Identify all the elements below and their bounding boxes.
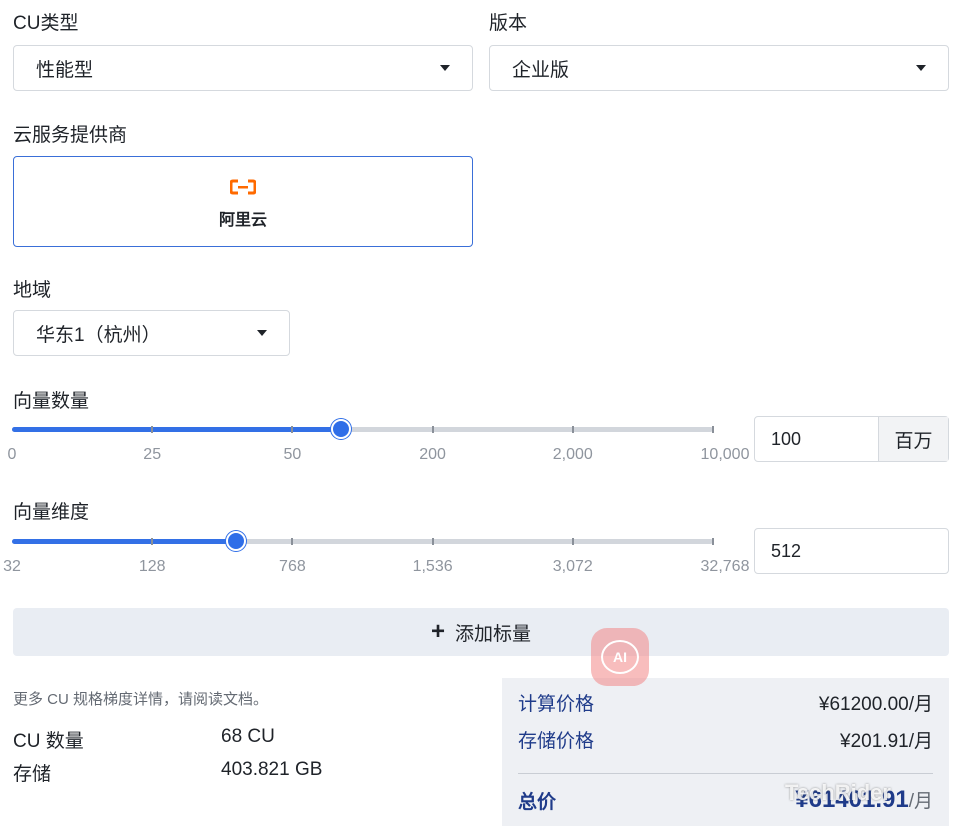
add-scalar-label: 添加标量 [455, 623, 532, 645]
tick-label: 1,536 [412, 558, 453, 575]
slider-fill [12, 539, 237, 544]
compute-price-label: 计算价格 [518, 694, 595, 715]
slider-thumb[interactable] [226, 531, 247, 551]
slider-tick [291, 426, 294, 433]
region-select[interactable]: 华东1（杭州） [13, 310, 290, 356]
slider-tick [431, 426, 434, 433]
tick-label: 2,000 [552, 446, 593, 463]
vector-dim-input[interactable]: 512 [755, 541, 948, 562]
add-scalar-button[interactable]: + 添加标量 [13, 608, 949, 656]
ai-chat-icon: AI [601, 640, 639, 674]
cu-type-value: 性能型 [36, 59, 94, 81]
compute-price-value: ¥61200.00/月 [818, 694, 933, 715]
ai-assistant-badge[interactable]: AI [591, 628, 649, 686]
vector-dim-slider[interactable] [12, 530, 714, 552]
provider-label: 云服务提供商 [13, 125, 128, 146]
cu-count-value: 68 CU [221, 726, 275, 747]
doc-link[interactable]: 文档 [223, 691, 253, 708]
tick-label: 10,000 [700, 446, 750, 463]
edition-value: 企业版 [512, 59, 570, 81]
tick-label: 32,768 [700, 558, 750, 575]
vector-count-label: 向量数量 [13, 391, 90, 412]
provider-card-aliyun[interactable]: 阿里云 [13, 156, 473, 247]
edition-label: 版本 [489, 13, 528, 34]
vector-dim-input-group: 512 [754, 528, 949, 574]
provider-name: 阿里云 [218, 212, 267, 229]
slider-thumb[interactable] [331, 419, 352, 439]
tick-label: 128 [138, 558, 166, 575]
slider-tick [712, 538, 714, 545]
unit-suffix: 百万 [878, 417, 948, 461]
slider-tick [571, 538, 574, 545]
compute-price-row: 计算价格 ¥61200.00/月 [518, 689, 933, 716]
tick-label: 3,072 [552, 558, 593, 575]
storage-value: 403.821 GB [221, 759, 323, 780]
aliyun-logo-icon [229, 179, 257, 200]
chevron-down-icon [257, 330, 267, 336]
vector-count-input[interactable]: 100 [755, 429, 878, 450]
region-label: 地域 [13, 280, 52, 301]
region-value: 华东1（杭州） [36, 324, 161, 346]
storage-price-value: ¥201.91/月 [840, 731, 933, 752]
cu-type-select[interactable]: 性能型 [13, 45, 473, 91]
doc-note-prefix: 更多 CU 规格梯度详情，请阅读 [13, 691, 224, 708]
edition-select[interactable]: 企业版 [489, 45, 949, 91]
doc-note: 更多 CU 规格梯度详情，请阅读文档。 [13, 688, 268, 709]
vector-count-slider[interactable] [12, 418, 714, 440]
chevron-down-icon [440, 65, 450, 71]
cu-type-label: CU类型 [13, 13, 79, 34]
slider-tick [291, 538, 294, 545]
storage-price-row: 存储价格 ¥201.91/月 [518, 726, 933, 753]
ai-badge-text: AI [613, 649, 627, 665]
slider-tick [151, 426, 154, 433]
storage-price-label: 存储价格 [518, 731, 595, 752]
slider-tick [571, 426, 574, 433]
vector-dim-label: 向量维度 [13, 502, 90, 523]
total-price-unit: /月 [908, 791, 933, 812]
tick-label: 768 [279, 558, 306, 575]
chevron-down-icon [916, 65, 926, 71]
tick-label: 0 [7, 446, 17, 463]
plus-icon: + [430, 618, 445, 645]
tick-label: 32 [3, 558, 21, 575]
slider-tick [431, 538, 434, 545]
total-price-label: 总价 [518, 791, 557, 813]
slider-tick [151, 538, 154, 545]
tick-label: 50 [283, 446, 302, 463]
tick-label: 200 [419, 446, 446, 463]
slider-tick [712, 426, 714, 433]
watermark: TechRider [785, 780, 891, 805]
cu-count-label: CU 数量 [13, 731, 84, 752]
tick-label: 25 [143, 446, 162, 463]
divider [518, 773, 933, 774]
doc-note-suffix: 。 [253, 691, 269, 708]
storage-label: 存储 [13, 764, 52, 785]
vector-count-input-group: 100 百万 [754, 416, 949, 462]
